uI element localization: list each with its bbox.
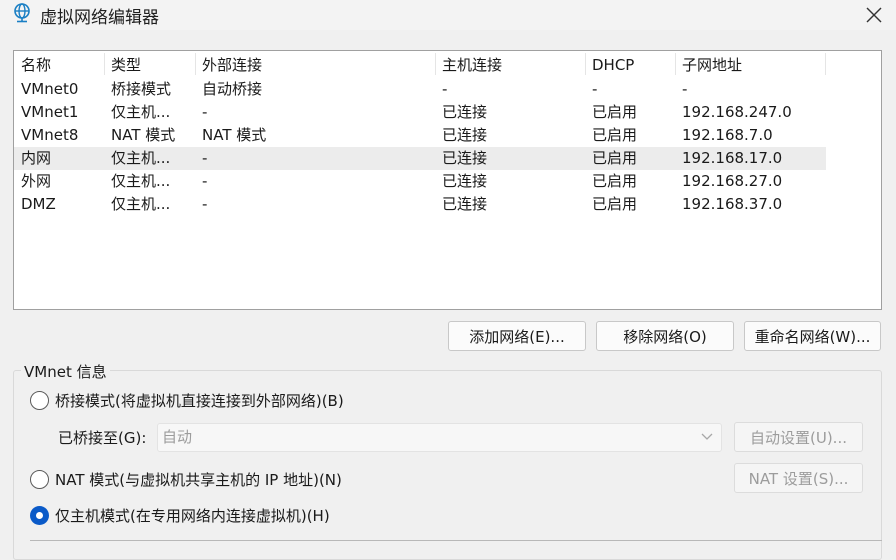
divider xyxy=(30,540,882,541)
rename-network-button[interactable]: 重命名网络(W)... xyxy=(744,321,881,351)
cell-type: 仅主机... xyxy=(111,172,171,190)
cell-dhcp: 已启用 xyxy=(592,126,638,144)
cell-type: 仅主机... xyxy=(111,103,171,121)
cell-type: 仅主机... xyxy=(111,195,171,213)
auto-settings-button[interactable]: 自动设置(U)... xyxy=(734,422,863,452)
nat-mode-label: NAT 模式(与虚拟机共享主机的 IP 地址)(N) xyxy=(55,471,342,489)
cell-type: NAT 模式 xyxy=(111,126,176,144)
header-name[interactable]: 名称 xyxy=(14,55,104,77)
bridged-to-value: 自动 xyxy=(162,428,193,446)
nat-mode-option[interactable]: NAT 模式(与虚拟机共享主机的 IP 地址)(N) xyxy=(30,469,342,490)
vmnet-info-label: VMnet 信息 xyxy=(21,361,110,382)
cell-name: VMnet1 xyxy=(21,103,79,121)
cell-name: VMnet8 xyxy=(21,126,79,144)
cell-dhcp: 已启用 xyxy=(592,149,638,167)
host-only-option[interactable]: 仅主机模式(在专用网络内连接虚拟机)(H) xyxy=(30,505,330,526)
cell-host: 已连接 xyxy=(442,195,488,213)
cell-subnet: 192.168.17.0 xyxy=(682,149,783,167)
network-list[interactable]: 名称 类型 外部连接 主机连接 DHCP 子网地址 VMnet0 桥接模式 自动… xyxy=(13,50,882,310)
cell-name: 外网 xyxy=(21,172,52,190)
nat-mode-radio[interactable] xyxy=(30,470,49,489)
table-row[interactable]: DMZ 仅主机... - 已连接 已启用 192.168.37.0 xyxy=(14,193,826,216)
header-subnet[interactable]: 子网地址 xyxy=(675,55,825,77)
cell-type: 桥接模式 xyxy=(111,80,172,98)
header-external[interactable]: 外部连接 xyxy=(195,55,435,77)
network-globe-icon xyxy=(14,3,30,23)
cell-external: - xyxy=(202,103,208,121)
table-row[interactable]: VMnet8 NAT 模式 NAT 模式 已连接 已启用 192.168.7.0 xyxy=(14,124,826,147)
table-row[interactable]: 外网 仅主机... - 已连接 已启用 192.168.27.0 xyxy=(14,170,826,193)
cell-dhcp: 已启用 xyxy=(592,172,638,190)
close-icon xyxy=(866,7,882,23)
header-host[interactable]: 主机连接 xyxy=(435,55,585,77)
cell-subnet: 192.168.37.0 xyxy=(682,195,783,213)
bridged-to-label: 已桥接至(G): xyxy=(58,429,147,447)
cell-host: 已连接 xyxy=(442,149,488,167)
cell-name: VMnet0 xyxy=(21,80,79,98)
cell-external: 自动桥接 xyxy=(202,80,263,98)
cell-host: 已连接 xyxy=(442,172,488,190)
window-title: 虚拟网络编辑器 xyxy=(40,8,159,28)
host-only-radio[interactable] xyxy=(30,506,49,525)
table-header: 名称 类型 外部连接 主机连接 DHCP 子网地址 xyxy=(14,51,881,78)
cell-host: - xyxy=(442,80,448,98)
header-type[interactable]: 类型 xyxy=(104,55,195,77)
close-button[interactable] xyxy=(852,0,896,30)
cell-host: 已连接 xyxy=(442,126,488,144)
header-dhcp[interactable]: DHCP xyxy=(585,55,675,77)
add-network-button[interactable]: 添加网络(E)... xyxy=(448,321,586,351)
bridged-to-select[interactable]: 自动 xyxy=(157,423,722,452)
cell-external: NAT 模式 xyxy=(202,126,267,144)
cell-external: - xyxy=(202,172,208,190)
cell-name: DMZ xyxy=(21,195,56,213)
cell-external: - xyxy=(202,149,208,167)
cell-subnet: 192.168.247.0 xyxy=(682,103,792,121)
cell-subnet: 192.168.27.0 xyxy=(682,172,783,190)
table-row[interactable]: VMnet1 仅主机... - 已连接 已启用 192.168.247.0 xyxy=(14,101,826,124)
cell-subnet: 192.168.7.0 xyxy=(682,126,773,144)
bridge-mode-radio[interactable] xyxy=(30,391,49,410)
cell-external: - xyxy=(202,195,208,213)
cell-dhcp: 已启用 xyxy=(592,195,638,213)
cell-dhcp: - xyxy=(592,80,598,98)
cell-name: 内网 xyxy=(21,149,52,167)
bridge-mode-option[interactable]: 桥接模式(将虚拟机直接连接到外部网络)(B) xyxy=(30,390,344,411)
chevron-down-icon xyxy=(701,433,713,440)
cell-host: 已连接 xyxy=(442,103,488,121)
bridge-mode-label: 桥接模式(将虚拟机直接连接到外部网络)(B) xyxy=(55,392,344,410)
table-row[interactable]: VMnet0 桥接模式 自动桥接 - - - xyxy=(14,78,826,101)
table-row-selected[interactable]: 内网 仅主机... - 已连接 已启用 192.168.17.0 xyxy=(14,147,826,170)
cell-type: 仅主机... xyxy=(111,149,171,167)
cell-dhcp: 已启用 xyxy=(592,103,638,121)
title-bar: 虚拟网络编辑器 xyxy=(0,0,896,30)
remove-network-button[interactable]: 移除网络(O) xyxy=(596,321,734,351)
cell-subnet: - xyxy=(682,80,688,98)
host-only-label: 仅主机模式(在专用网络内连接虚拟机)(H) xyxy=(55,507,330,525)
nat-settings-button[interactable]: NAT 设置(S)... xyxy=(734,463,863,493)
